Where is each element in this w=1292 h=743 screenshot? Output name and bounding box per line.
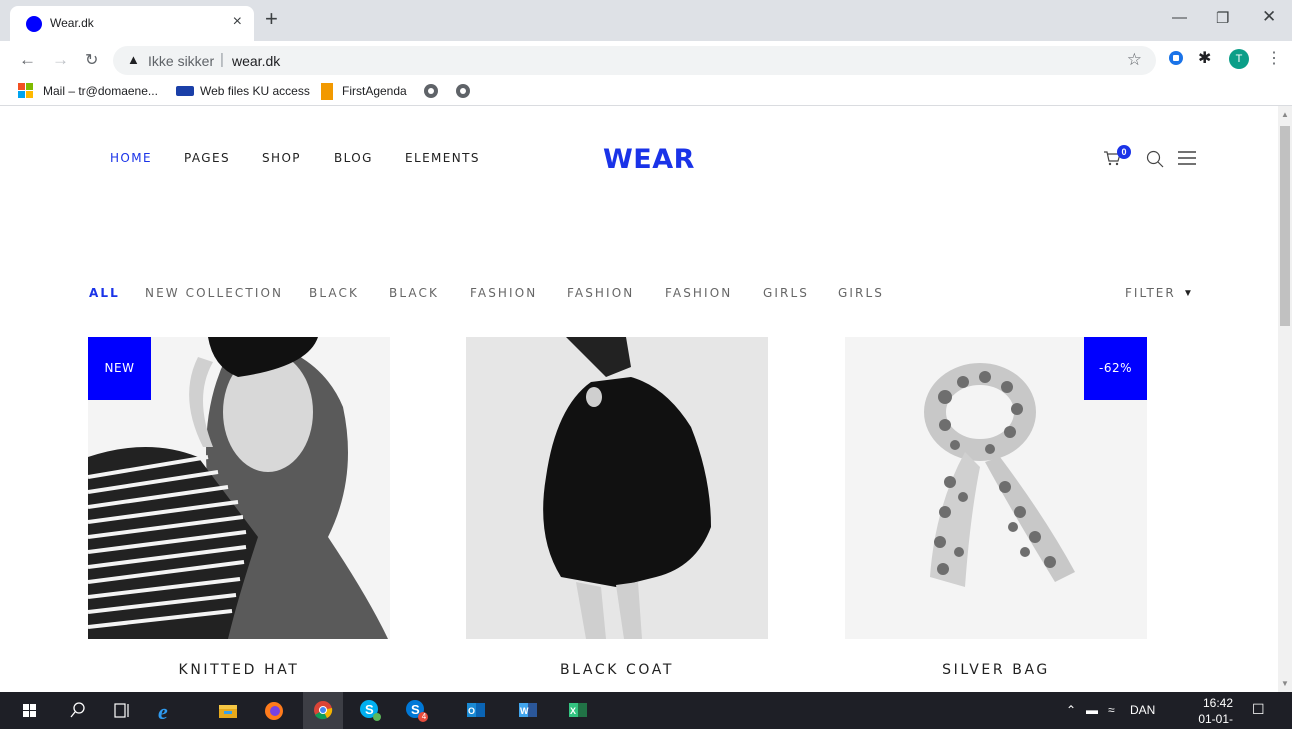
browser-tab-strip: Wear.dk × + — ❐ ✕: [0, 0, 1292, 41]
tab-close-button[interactable]: ×: [233, 13, 242, 31]
search-taskbar-icon[interactable]: [58, 692, 98, 729]
svg-text:X: X: [570, 706, 576, 716]
tray-overflow-icon[interactable]: ⌃: [1066, 703, 1076, 717]
menu-icon[interactable]: [1178, 151, 1196, 165]
product-name[interactable]: KNITTED HAT: [88, 662, 390, 678]
warning-icon: ▲: [127, 52, 140, 67]
nav-home[interactable]: HOME: [110, 151, 152, 165]
scroll-thumb[interactable]: [1280, 126, 1290, 326]
filter-tab-new-collection[interactable]: NEW COLLECTION: [145, 286, 283, 300]
windows-taskbar: e S S 4 O W X ⌃ ▬ ≈ DAN 16:42 01-01-2021…: [0, 692, 1292, 742]
firefox-icon[interactable]: [254, 692, 294, 729]
nav-blog[interactable]: BLOG: [334, 151, 373, 165]
system-clock[interactable]: 16:42 01-01-2021: [1181, 695, 1233, 743]
scroll-up-arrow-icon[interactable]: ▲: [1281, 110, 1289, 119]
product-badge: NEW: [88, 337, 151, 400]
nav-shop[interactable]: SHOP: [262, 151, 301, 165]
close-window-button[interactable]: ✕: [1262, 7, 1276, 27]
page-scrollbar[interactable]: ▲ ▼: [1278, 106, 1292, 692]
notifications-icon[interactable]: ☐: [1252, 701, 1265, 718]
globe-icon[interactable]: [456, 84, 470, 98]
windows-start-icon[interactable]: [10, 692, 50, 729]
browser-menu-icon[interactable]: ⋮: [1266, 48, 1282, 68]
clock-date: 01-01-2021: [1198, 712, 1233, 742]
back-button[interactable]: ←: [19, 50, 36, 70]
new-tab-button[interactable]: +: [265, 8, 278, 30]
address-bar[interactable]: ▲ Ikke sikker | wear.dk ☆: [113, 46, 1156, 75]
web-page: HOME PAGES SHOP BLOG ELEMENTS WEAR 0 ALL…: [0, 106, 1278, 692]
outlook-icon[interactable]: O: [456, 692, 496, 729]
nav-elements[interactable]: ELEMENTS: [405, 151, 480, 165]
profile-avatar[interactable]: T: [1229, 49, 1249, 69]
site-favicon-icon: [26, 16, 42, 32]
chrome-icon[interactable]: [303, 692, 343, 729]
product-badge: -62%: [1084, 337, 1147, 400]
tab-title: Wear.dk: [50, 16, 94, 30]
ku-logo-icon: [176, 86, 194, 96]
forward-button[interactable]: →: [52, 50, 69, 70]
extension-icon[interactable]: [1169, 51, 1183, 65]
bookmark-web-files[interactable]: Web files KU access: [200, 84, 310, 98]
extensions-puzzle-icon[interactable]: ✱: [1198, 48, 1211, 68]
clock-time: 16:42: [1202, 696, 1233, 710]
file-explorer-icon[interactable]: [208, 692, 248, 729]
restore-button[interactable]: ❐: [1216, 9, 1229, 27]
filter-tab-girls[interactable]: GIRLS: [838, 286, 884, 300]
battery-icon[interactable]: ▬: [1086, 703, 1098, 717]
reload-button[interactable]: ↻: [85, 50, 98, 70]
svg-text:O: O: [468, 706, 475, 716]
product-name[interactable]: BLACK COAT: [466, 662, 768, 678]
firstagenda-icon: [321, 83, 333, 100]
filter-tab-fashion[interactable]: FASHION: [665, 286, 732, 300]
bookmark-firstagenda[interactable]: FirstAgenda: [342, 84, 407, 98]
microsoft-logo-icon: [18, 83, 34, 99]
url-text[interactable]: wear.dk: [232, 53, 280, 69]
edge-icon[interactable]: e: [146, 692, 186, 729]
product-name[interactable]: SILVER BAG: [845, 662, 1147, 678]
site-logo[interactable]: WEAR: [603, 144, 695, 175]
filter-tab-black[interactable]: BLACK: [389, 286, 439, 300]
search-icon[interactable]: [1146, 150, 1164, 168]
nav-pages[interactable]: PAGES: [184, 151, 230, 165]
filter-tab-fashion[interactable]: FASHION: [470, 286, 537, 300]
task-view-icon[interactable]: [102, 692, 142, 729]
browser-toolbar: ← → ↻ ▲ Ikke sikker | wear.dk ☆ ✱ T ⋮: [0, 41, 1292, 79]
skype-business-icon[interactable]: S 4: [396, 692, 436, 729]
wifi-icon[interactable]: ≈: [1108, 703, 1115, 717]
word-icon[interactable]: W: [508, 692, 548, 729]
caret-down-icon[interactable]: ▼: [1183, 288, 1193, 299]
filter-tab-girls[interactable]: GIRLS: [763, 286, 809, 300]
svg-text:S: S: [365, 702, 374, 717]
product-image[interactable]: -62%: [845, 337, 1147, 639]
excel-icon[interactable]: X: [558, 692, 598, 729]
scroll-down-arrow-icon[interactable]: ▼: [1281, 679, 1289, 688]
bookmark-mail[interactable]: Mail – tr@domaene...: [43, 84, 158, 98]
product-image[interactable]: [466, 337, 768, 639]
filter-tab-fashion[interactable]: FASHION: [567, 286, 634, 300]
cart-count-badge: 0: [1117, 145, 1131, 159]
not-secure-label[interactable]: Ikke sikker: [148, 53, 214, 69]
minimize-button[interactable]: —: [1172, 9, 1187, 26]
globe-icon[interactable]: [424, 84, 438, 98]
language-indicator[interactable]: DAN: [1130, 703, 1155, 717]
filter-tab-all[interactable]: ALL: [89, 286, 120, 300]
svg-text:e: e: [158, 699, 168, 724]
bookmark-star-icon[interactable]: ☆: [1127, 50, 1142, 70]
svg-text:W: W: [520, 706, 529, 716]
skype-notification-badge: 4: [421, 712, 427, 721]
skype-icon[interactable]: S: [350, 692, 390, 729]
browser-tab[interactable]: Wear.dk ×: [10, 6, 254, 41]
filter-dropdown[interactable]: FILTER: [1125, 286, 1176, 300]
product-image[interactable]: NEW: [88, 337, 390, 639]
filter-tab-black[interactable]: BLACK: [309, 286, 359, 300]
url-separator: |: [220, 51, 224, 68]
